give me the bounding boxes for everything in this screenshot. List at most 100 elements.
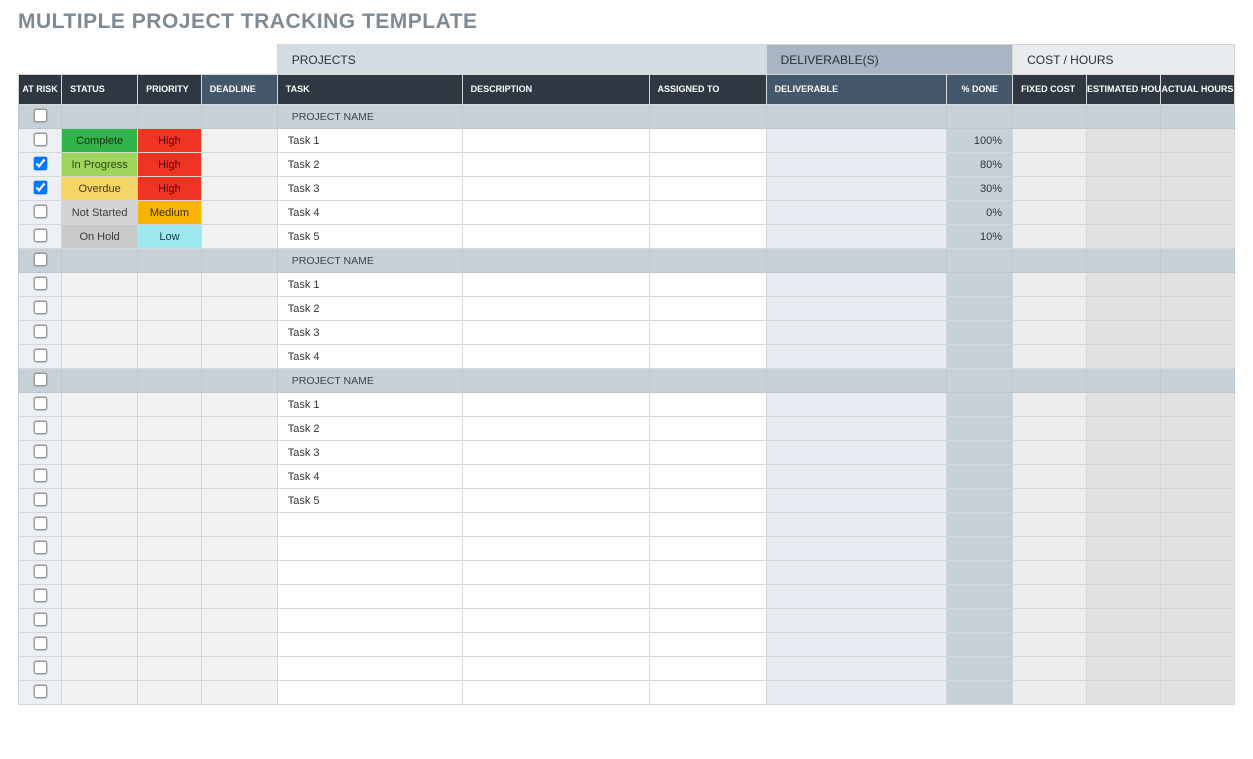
priority-cell[interactable] [138,345,202,369]
status-cell[interactable] [62,393,138,417]
deadline-cell[interactable] [201,369,277,393]
pct-done-cell[interactable] [947,369,1013,393]
fixed-cost-cell[interactable] [1013,225,1087,249]
act-hours-cell[interactable] [1160,321,1234,345]
deadline-cell[interactable] [201,489,277,513]
priority-cell[interactable] [138,441,202,465]
status-cell[interactable]: In Progress [62,153,138,177]
est-hours-cell[interactable] [1087,657,1161,681]
deadline-cell[interactable] [201,177,277,201]
deadline-cell[interactable] [201,537,277,561]
act-hours-cell[interactable] [1160,513,1234,537]
deadline-cell[interactable] [201,657,277,681]
act-hours-cell[interactable] [1160,273,1234,297]
pct-done-cell[interactable] [947,465,1013,489]
deadline-cell[interactable] [201,561,277,585]
act-hours-cell[interactable] [1160,297,1234,321]
deliverable-cell[interactable] [766,633,947,657]
assigned-to-cell[interactable] [649,177,766,201]
est-hours-cell[interactable] [1087,321,1161,345]
est-hours-cell[interactable] [1087,201,1161,225]
act-hours-cell[interactable] [1160,417,1234,441]
status-cell[interactable] [62,513,138,537]
deadline-cell[interactable] [201,609,277,633]
deliverable-cell[interactable] [766,225,947,249]
pct-done-cell[interactable] [947,321,1013,345]
est-hours-cell[interactable] [1087,441,1161,465]
deliverable-cell[interactable] [766,273,947,297]
priority-cell[interactable] [138,537,202,561]
at-risk-checkbox[interactable] [33,132,47,146]
at-risk-checkbox[interactable] [33,156,47,170]
status-cell[interactable] [62,681,138,705]
est-hours-cell[interactable] [1087,129,1161,153]
at-risk-checkbox[interactable] [33,324,47,338]
description-cell[interactable] [462,585,649,609]
act-hours-cell[interactable] [1160,537,1234,561]
deadline-cell[interactable] [201,633,277,657]
status-cell[interactable] [62,657,138,681]
est-hours-cell[interactable] [1087,273,1161,297]
assigned-to-cell[interactable] [649,153,766,177]
priority-cell[interactable] [138,513,202,537]
assigned-to-cell[interactable] [649,105,766,129]
est-hours-cell[interactable] [1087,393,1161,417]
pct-done-cell[interactable]: 100% [947,129,1013,153]
act-hours-cell[interactable] [1160,105,1234,129]
priority-cell[interactable] [138,369,202,393]
deliverable-cell[interactable] [766,321,947,345]
fixed-cost-cell[interactable] [1013,537,1087,561]
pct-done-cell[interactable] [947,561,1013,585]
deliverable-cell[interactable] [766,513,947,537]
task-cell[interactable]: Task 3 [277,321,462,345]
deliverable-cell[interactable] [766,177,947,201]
est-hours-cell[interactable] [1087,249,1161,273]
task-cell[interactable]: Task 3 [277,177,462,201]
deliverable-cell[interactable] [766,561,947,585]
assigned-to-cell[interactable] [649,681,766,705]
fixed-cost-cell[interactable] [1013,441,1087,465]
at-risk-checkbox[interactable] [33,276,47,290]
priority-cell[interactable] [138,273,202,297]
description-cell[interactable] [462,441,649,465]
task-cell[interactable]: Task 5 [277,225,462,249]
fixed-cost-cell[interactable] [1013,657,1087,681]
at-risk-checkbox[interactable] [33,180,47,194]
fixed-cost-cell[interactable] [1013,345,1087,369]
act-hours-cell[interactable] [1160,369,1234,393]
status-cell[interactable] [62,537,138,561]
fixed-cost-cell[interactable] [1013,417,1087,441]
description-cell[interactable] [462,201,649,225]
assigned-to-cell[interactable] [649,609,766,633]
description-cell[interactable] [462,657,649,681]
description-cell[interactable] [462,681,649,705]
at-risk-checkbox[interactable] [33,348,47,362]
est-hours-cell[interactable] [1087,537,1161,561]
at-risk-checkbox[interactable] [33,492,47,506]
description-cell[interactable] [462,105,649,129]
priority-cell[interactable] [138,321,202,345]
description-cell[interactable] [462,345,649,369]
status-cell[interactable]: Complete [62,129,138,153]
at-risk-checkbox[interactable] [33,540,47,554]
fixed-cost-cell[interactable] [1013,369,1087,393]
pct-done-cell[interactable] [947,681,1013,705]
fixed-cost-cell[interactable] [1013,585,1087,609]
description-cell[interactable] [462,369,649,393]
at-risk-checkbox[interactable] [33,420,47,434]
deadline-cell[interactable] [201,321,277,345]
status-cell[interactable] [62,273,138,297]
assigned-to-cell[interactable] [649,249,766,273]
deliverable-cell[interactable] [766,489,947,513]
task-cell[interactable] [277,657,462,681]
fixed-cost-cell[interactable] [1013,201,1087,225]
assigned-to-cell[interactable] [649,345,766,369]
deliverable-cell[interactable] [766,585,947,609]
assigned-to-cell[interactable] [649,225,766,249]
fixed-cost-cell[interactable] [1013,465,1087,489]
fixed-cost-cell[interactable] [1013,513,1087,537]
task-cell[interactable]: Task 4 [277,465,462,489]
status-cell[interactable] [62,609,138,633]
act-hours-cell[interactable] [1160,633,1234,657]
status-cell[interactable] [62,249,138,273]
